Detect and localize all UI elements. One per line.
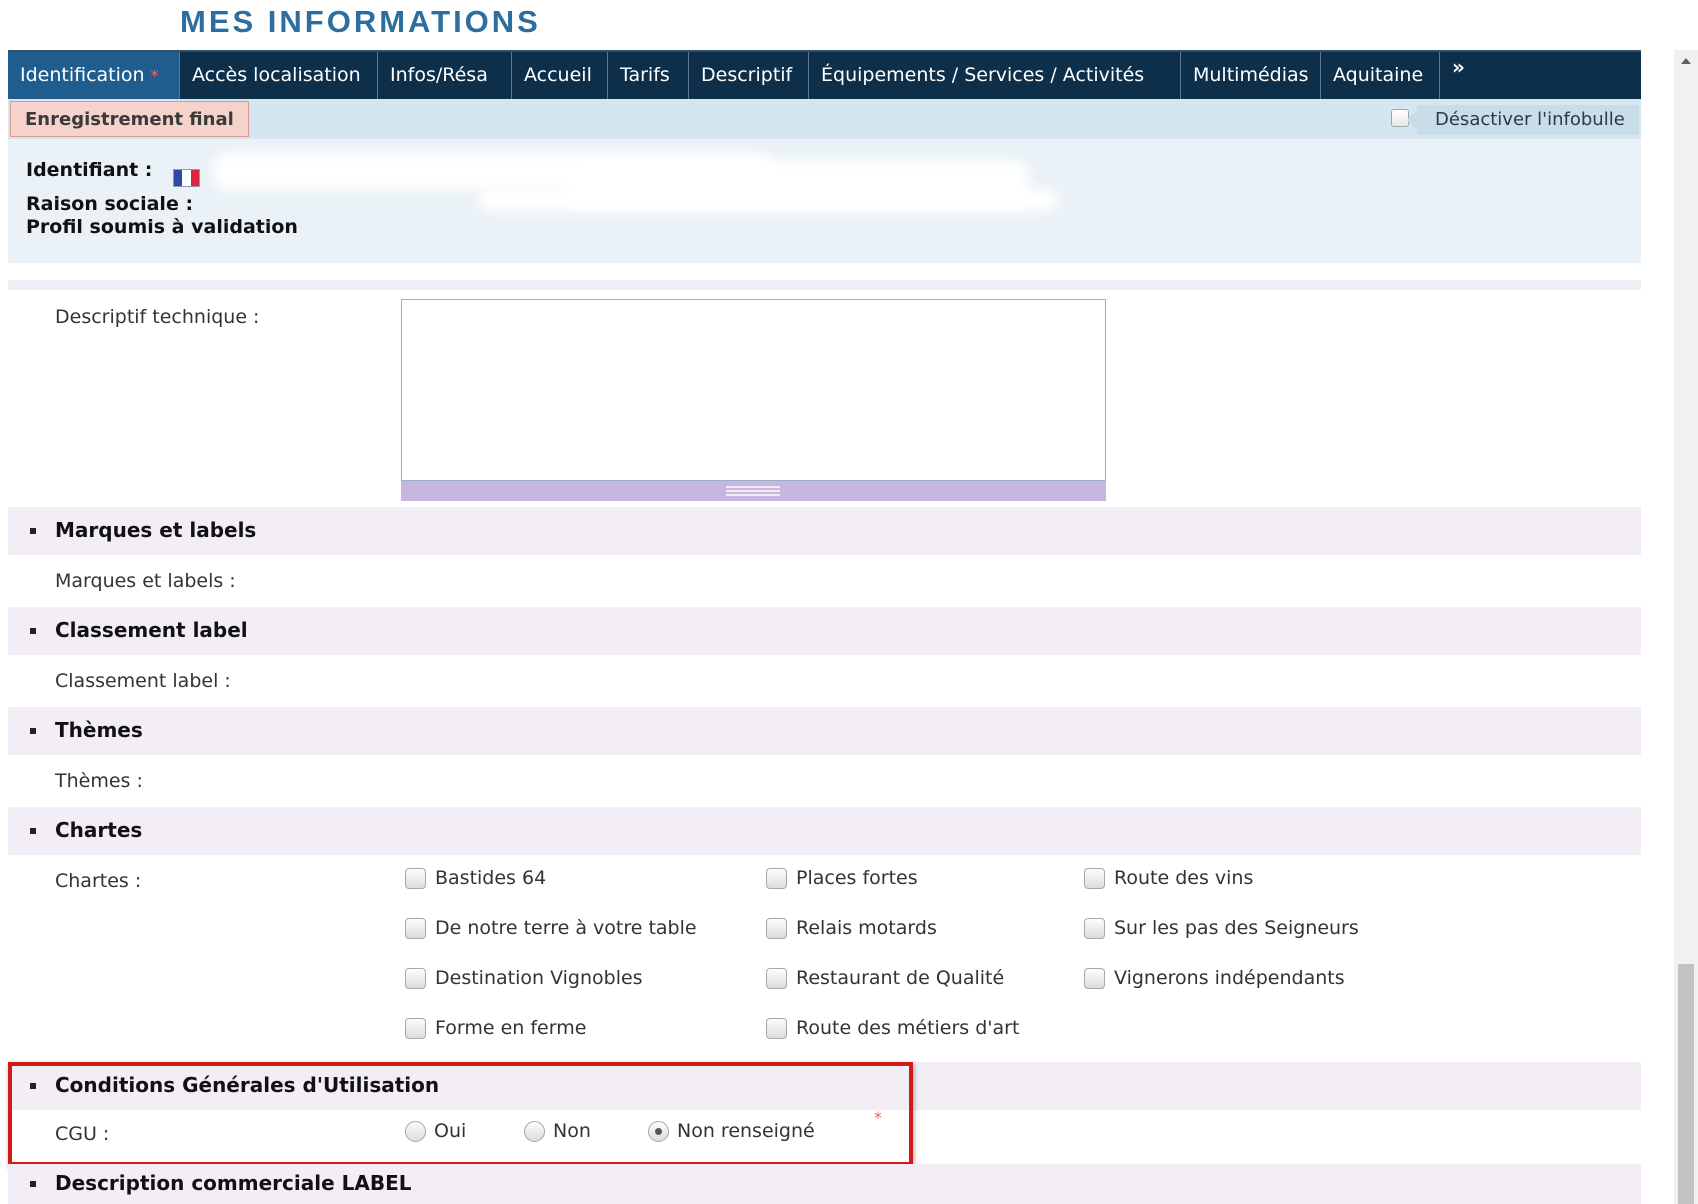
tab-descriptif[interactable]: Descriptif (689, 52, 809, 99)
tab-accueil[interactable]: Accueil (512, 52, 608, 99)
charte-checkbox[interactable]: Sur les pas des Seigneurs (1084, 916, 1359, 940)
final-save-button[interactable]: Enregistrement final (10, 101, 249, 137)
tab-multimedias[interactable]: Multimédias (1181, 52, 1321, 99)
checkbox-icon[interactable] (766, 917, 787, 939)
redacted-area (478, 189, 1058, 211)
charte-label: Relais motards (796, 917, 937, 939)
charte-label: Restaurant de Qualité (796, 967, 1005, 989)
bullet-icon (30, 628, 36, 634)
action-bar: Enregistrement final Désactiver l'infobu… (8, 99, 1641, 139)
checkbox-icon[interactable] (405, 867, 426, 889)
classement-field-label: Classement label : (55, 670, 231, 692)
charte-checkbox[interactable]: Bastides 64 (405, 866, 546, 890)
infobulle-label: Désactiver l'infobulle (1407, 105, 1639, 135)
tab-label: Identification (20, 64, 145, 86)
charte-checkbox[interactable]: Vignerons indépendants (1084, 966, 1345, 990)
checkbox-icon[interactable] (766, 967, 787, 989)
checkbox-icon[interactable] (766, 1017, 787, 1039)
section-chartes: Chartes (8, 807, 1641, 855)
charte-checkbox[interactable]: Route des métiers d'art (766, 1016, 1019, 1040)
checkbox-icon[interactable] (405, 917, 426, 939)
checkbox-icon[interactable] (1084, 917, 1105, 939)
bullet-icon (30, 728, 36, 734)
tab-identification[interactable]: Identification * (8, 52, 180, 99)
charte-checkbox[interactable]: Places fortes (766, 866, 918, 890)
tab-infos-resa[interactable]: Infos/Résa (378, 52, 512, 99)
descriptif-textarea[interactable] (401, 299, 1106, 481)
divider (8, 280, 1641, 290)
charte-label: Bastides 64 (435, 867, 547, 889)
required-marker: * (150, 66, 159, 85)
section-description-commerciale: Description commerciale LABEL (8, 1164, 1641, 1204)
charte-label: Destination Vignobles (435, 967, 643, 989)
section-title: Marques et labels (55, 518, 257, 542)
identifiant-label: Identifiant : (26, 159, 153, 181)
tab-acces-localisation[interactable]: Accès localisation (180, 52, 378, 99)
charte-label: De notre terre à votre table (435, 917, 697, 939)
chartes-field-label: Chartes : (55, 870, 142, 892)
charte-label: Forme en ferme (435, 1017, 587, 1039)
checkbox-icon[interactable] (405, 967, 426, 989)
charte-label: Sur les pas des Seigneurs (1114, 917, 1359, 939)
raison-sociale-label: Raison sociale : (26, 193, 194, 215)
tab-equipements[interactable]: Équipements / Services / Activités (809, 52, 1181, 99)
charte-label: Route des métiers d'art (796, 1017, 1020, 1039)
checkbox-icon[interactable] (766, 867, 787, 889)
profil-status: Profil soumis à validation (26, 216, 298, 238)
identity-panel: Identifiant : Raison sociale : Profil so… (8, 139, 1641, 263)
charte-label: Vignerons indépendants (1114, 967, 1345, 989)
page-title: MES INFORMATIONS (180, 4, 541, 39)
bullet-icon (30, 528, 36, 534)
scrollbar-thumb[interactable] (1678, 964, 1694, 1204)
french-flag-icon (173, 169, 200, 187)
charte-checkbox[interactable]: Relais motards (766, 916, 937, 940)
tab-tarifs[interactable]: Tarifs (608, 52, 689, 99)
charte-checkbox[interactable]: Route des vins (1084, 866, 1253, 890)
themes-field-label: Thèmes : (55, 770, 143, 792)
section-title: Thèmes (55, 718, 143, 742)
checkbox-icon[interactable] (1084, 867, 1105, 889)
more-tabs-button[interactable]: » (1440, 52, 1465, 99)
marques-field-label: Marques et labels : (55, 570, 236, 592)
checkbox-icon[interactable] (405, 1017, 426, 1039)
scroll-up-arrow-icon[interactable] (1681, 58, 1691, 64)
section-marques-labels: Marques et labels (8, 507, 1641, 555)
textarea-resize-handle[interactable] (401, 481, 1106, 501)
grip-lines-icon (726, 486, 780, 496)
section-title: Classement label (55, 618, 248, 642)
charte-checkbox[interactable]: Forme en ferme (405, 1016, 586, 1040)
section-classement-label: Classement label (8, 607, 1641, 655)
charte-label: Places fortes (796, 867, 918, 889)
infobulle-toggle[interactable]: Désactiver l'infobulle (1391, 105, 1639, 135)
charte-label: Route des vins (1114, 867, 1254, 889)
bullet-icon (30, 1181, 36, 1187)
charte-checkbox[interactable]: Restaurant de Qualité (766, 966, 1004, 990)
section-title: Description commerciale LABEL (55, 1171, 412, 1195)
tab-bar: Identification * Accès localisation Infos… (8, 50, 1641, 99)
charte-checkbox[interactable]: Destination Vignobles (405, 966, 643, 990)
bullet-icon (30, 828, 36, 834)
tab-aquitaine[interactable]: Aquitaine (1321, 52, 1440, 99)
descriptif-label: Descriptif technique : (55, 306, 260, 328)
checkbox-icon[interactable] (1084, 967, 1105, 989)
highlight-annotation (8, 1062, 913, 1166)
section-themes: Thèmes (8, 707, 1641, 755)
section-title: Chartes (55, 818, 143, 842)
vertical-scrollbar[interactable] (1674, 50, 1698, 1204)
charte-checkbox[interactable]: De notre terre à votre table (405, 916, 697, 940)
